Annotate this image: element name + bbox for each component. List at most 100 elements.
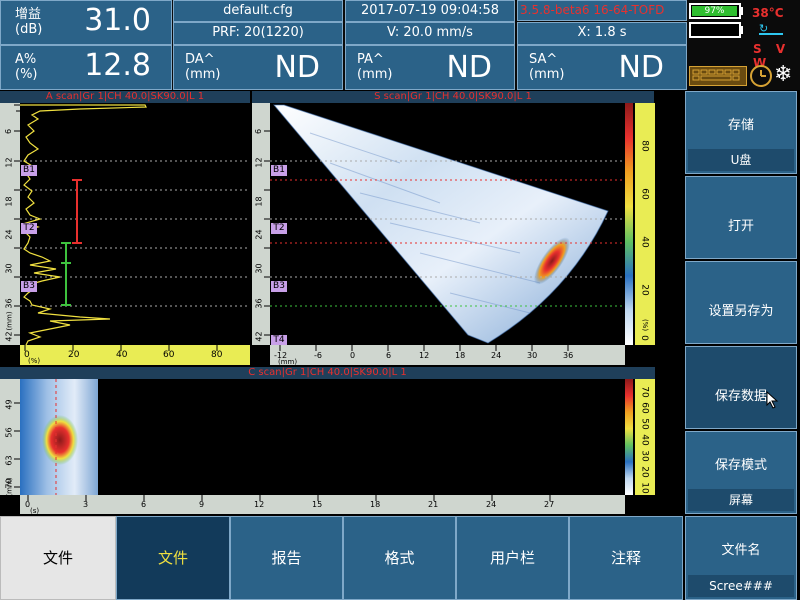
velocity-readout: V: 20.0 mm/s — [345, 22, 515, 45]
cscan-color-palette — [625, 379, 633, 495]
ascan-panel[interactable]: 6 12 18 24 30 36 42 (mm) B1 T2 B3 0 — [0, 103, 250, 365]
battery-percent: 97% — [692, 6, 737, 16]
sscan-palette-tick: 40 — [640, 236, 650, 247]
ascan-title: A scan|Gr 1|CH 40.0|SK90.0|L 1 — [0, 91, 250, 103]
sscan-depth-tick: 6 — [254, 129, 263, 134]
storage-button[interactable]: 存储 U盘 — [685, 91, 797, 174]
sscan-x-tick: 36 — [563, 351, 573, 360]
cscan-y-tick: 63 — [5, 455, 14, 465]
sscan-x-tick: 18 — [455, 351, 465, 360]
file-name-button[interactable]: 文件名 Scree### — [685, 516, 797, 600]
temperature: 38°C — [752, 6, 784, 20]
keyboard-icon[interactable] — [689, 66, 747, 86]
sscan-color-palette — [625, 103, 633, 345]
cscan-x-tick: 6 — [141, 500, 146, 509]
sscan-x-ruler: -12 -6 0 6 12 18 24 30 36 (mm) — [270, 345, 625, 365]
readout-bar: 增益 (dB) 31.0 A% (%) 12.8 default.cfg PRF… — [0, 0, 800, 90]
sa-label: SA^ — [529, 52, 564, 67]
config-file: default.cfg — [173, 0, 343, 22]
cscan-y-tick: 49 — [5, 399, 14, 409]
clock-icon[interactable] — [750, 65, 772, 87]
cscan-x-tick: 27 — [544, 500, 554, 509]
tab-file[interactable]: 文件 — [116, 516, 230, 600]
mouse-cursor-icon — [766, 391, 780, 409]
prf-readout: PRF: 20(1220) — [173, 22, 343, 45]
sscan-palette-tick: 80 — [640, 140, 650, 151]
save-as-label: 设置另存为 — [686, 300, 796, 319]
sync-icon: ↻ — [759, 22, 783, 36]
ascan-depth-tick: 42 — [5, 331, 14, 341]
sa-readout[interactable]: SA^ (mm) ND — [517, 45, 687, 90]
pa-readout[interactable]: PA^ (mm) ND — [345, 45, 515, 90]
cscan-palette-tick: 10 — [640, 482, 650, 493]
tab-report[interactable]: 报告 — [230, 516, 343, 600]
x-position-readout: X: 1.8 s — [517, 22, 687, 45]
tab-notes[interactable]: 注释 — [569, 516, 683, 600]
cscan-panel[interactable]: 49 56 63 70 (mm) 70 60 50 — [0, 379, 655, 514]
cscan-x-tick: 15 — [312, 500, 322, 509]
file-name-label: 文件名 — [686, 539, 796, 558]
sscan-x-tick: 24 — [491, 351, 501, 360]
cscan-x-tick: 12 — [254, 500, 264, 509]
gain-label: 增益 — [15, 7, 42, 22]
ascan-depth-tick: 36 — [5, 298, 14, 308]
storage-value: U盘 — [688, 149, 794, 171]
menu-title: 文件 — [0, 516, 116, 600]
cscan-y-ruler: 49 56 63 70 (mm) — [0, 379, 20, 495]
file-name-value: Scree### — [688, 575, 794, 597]
pa-label: PA^ — [357, 52, 392, 67]
ascan-amplitude-axis: 0 20 40 60 80 (%) — [20, 345, 250, 365]
sa-unit: (mm) — [529, 67, 564, 82]
da-readout[interactable]: DA^ (mm) ND — [173, 45, 343, 90]
sscan-palette-unit: (%) — [641, 319, 649, 331]
battery-empty-icon — [689, 22, 741, 38]
pa-unit: (mm) — [357, 67, 392, 82]
ascan-depth-tick: 12 — [5, 157, 14, 167]
ascan-gate-label: B1 — [21, 165, 37, 176]
ascan-gate-label: B3 — [21, 281, 37, 292]
save-as-button[interactable]: 设置另存为 — [685, 261, 797, 344]
cscan-x-unit: (s) — [30, 507, 39, 515]
da-unit: (mm) — [185, 67, 220, 82]
ascan-gate-label: T2 — [21, 223, 37, 234]
sscan-gate-label: T2 — [271, 223, 287, 234]
open-label: 打开 — [686, 215, 796, 234]
sscan-palette-tick: 60 — [640, 188, 650, 199]
ascan-amp-tick: 60 — [163, 350, 174, 360]
sscan-depth-tick: 30 — [255, 263, 264, 273]
storage-label: 存储 — [686, 114, 796, 133]
save-mode-value: 屏幕 — [688, 489, 794, 511]
amplitude-value: 12.8 — [84, 48, 151, 83]
ascan-waveform — [20, 103, 250, 345]
amplitude-label: A% — [15, 52, 38, 67]
cscan-image — [20, 379, 100, 495]
ascan-depth-ruler: 6 12 18 24 30 36 42 (mm) — [0, 103, 20, 345]
datetime: 2017-07-19 09:04:58 — [345, 0, 515, 22]
da-value: ND — [274, 50, 320, 85]
ascan-depth-tick: 24 — [5, 229, 14, 239]
amplitude-unit: (%) — [15, 67, 38, 82]
ascan-amp-tick: 20 — [68, 350, 79, 360]
sscan-x-tick: 0 — [350, 351, 355, 360]
cscan-x-tick: 21 — [428, 500, 438, 509]
tab-user-bar[interactable]: 用户栏 — [456, 516, 569, 600]
cscan-palette-tick: 70 — [640, 386, 650, 397]
sscan-gate-label: B3 — [271, 281, 287, 292]
amplitude-readout[interactable]: A% (%) 12.8 — [0, 45, 172, 90]
sscan-panel[interactable]: 6 12 18 24 30 36 42 — [252, 103, 655, 365]
tab-format[interactable]: 格式 — [343, 516, 456, 600]
cscan-palette-tick: 50 — [640, 418, 650, 429]
cscan-y-unit: (mm) — [6, 477, 14, 496]
gain-readout[interactable]: 增益 (dB) 31.0 — [0, 0, 172, 45]
version-label: 3.5.8-beta6 16-64-TOFD — [517, 0, 687, 21]
ascan-depth-unit: (mm) — [6, 311, 14, 330]
open-button[interactable]: 打开 — [685, 176, 797, 259]
save-mode-button[interactable]: 保存模式 屏幕 — [685, 431, 797, 514]
save-data-button[interactable]: 保存数据 — [685, 346, 797, 429]
sscan-depth-tick: 42 — [255, 331, 264, 341]
ascan-depth-tick: 6 — [4, 129, 13, 134]
sscan-x-tick: 6 — [386, 351, 391, 360]
cscan-y-tick: 56 — [5, 427, 14, 437]
sscan-palette-tick: 20 — [640, 284, 650, 295]
snowflake-icon: ❄ — [774, 62, 792, 87]
